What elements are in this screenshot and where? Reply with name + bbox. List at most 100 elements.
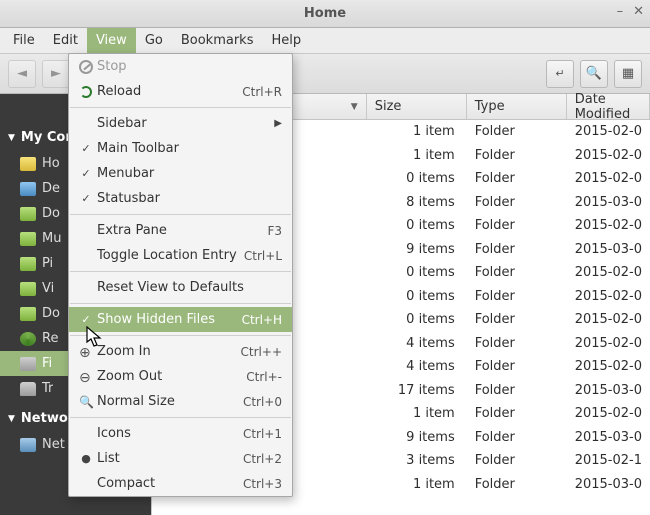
cell-date: 2015-02-0 bbox=[567, 171, 650, 186]
reload-icon bbox=[80, 86, 92, 98]
check-icon: ✓ bbox=[77, 313, 95, 326]
folder-icon bbox=[20, 282, 36, 296]
cell-date: 2015-02-0 bbox=[567, 124, 650, 139]
folder-icon bbox=[20, 157, 36, 171]
check-icon: ✓ bbox=[77, 142, 95, 155]
folder-icon bbox=[20, 332, 36, 346]
minimize-button[interactable]: – bbox=[617, 4, 624, 19]
folder-icon bbox=[20, 207, 36, 221]
menu-go[interactable]: Go bbox=[136, 28, 172, 53]
menu-reload[interactable]: Reload Ctrl+R bbox=[69, 79, 292, 104]
view-mode-button[interactable]: ▦ bbox=[614, 60, 642, 88]
col-size[interactable]: Size bbox=[367, 94, 467, 119]
search-button[interactable]: 🔍 bbox=[580, 60, 608, 88]
zoom-normal-icon bbox=[79, 395, 93, 409]
forward-button[interactable]: ► bbox=[42, 60, 70, 88]
cell-date: 2015-03-0 bbox=[567, 383, 650, 398]
cell-type: Folder bbox=[467, 242, 567, 257]
cell-size: 8 items bbox=[367, 195, 467, 210]
cell-size: 0 items bbox=[367, 218, 467, 233]
grid-icon: ▦ bbox=[622, 66, 634, 81]
menu-toggle-location-entry[interactable]: Toggle Location Entry Ctrl+L bbox=[69, 243, 292, 268]
cell-type: Folder bbox=[467, 477, 567, 492]
back-button[interactable]: ◄ bbox=[8, 60, 36, 88]
cell-size: 0 items bbox=[367, 171, 467, 186]
menu-normal-size[interactable]: Normal SizeCtrl+0 bbox=[69, 389, 292, 414]
cell-type: Folder bbox=[467, 406, 567, 421]
sidebar-item-label: Pi bbox=[42, 256, 53, 271]
cell-type: Folder bbox=[467, 265, 567, 280]
sidebar-item-label: Mu bbox=[42, 231, 61, 246]
cell-date: 2015-02-0 bbox=[567, 148, 650, 163]
stop-icon bbox=[79, 60, 93, 74]
sidebar-item-label: Do bbox=[42, 306, 60, 321]
sidebar-item-label: Re bbox=[42, 331, 58, 346]
cell-type: Folder bbox=[467, 289, 567, 304]
folder-icon bbox=[20, 382, 36, 396]
folder-icon bbox=[20, 257, 36, 271]
menu-reset-view[interactable]: Reset View to Defaults bbox=[69, 275, 292, 300]
sidebar-item-label: Tr bbox=[42, 381, 53, 396]
cell-type: Folder bbox=[467, 218, 567, 233]
menu-show-hidden-files[interactable]: ✓Show Hidden Files Ctrl+H bbox=[69, 307, 292, 332]
menubar: File Edit View Go Bookmarks Help bbox=[0, 28, 650, 54]
menu-view-icons[interactable]: IconsCtrl+1 bbox=[69, 421, 292, 446]
menu-view-compact[interactable]: CompactCtrl+3 bbox=[69, 471, 292, 496]
cell-size: 9 items bbox=[367, 242, 467, 257]
cell-type: Folder bbox=[467, 359, 567, 374]
cell-size: 3 items bbox=[367, 453, 467, 468]
cell-date: 2015-02-0 bbox=[567, 406, 650, 421]
col-date[interactable]: Date Modified bbox=[567, 94, 650, 119]
network-icon bbox=[20, 438, 36, 452]
cell-type: Folder bbox=[467, 171, 567, 186]
cell-type: Folder bbox=[467, 148, 567, 163]
submenu-arrow-icon: ▶ bbox=[274, 118, 282, 129]
menu-view[interactable]: View bbox=[87, 28, 136, 53]
menu-sidebar[interactable]: Sidebar ▶ bbox=[69, 111, 292, 136]
cell-size: 0 items bbox=[367, 265, 467, 280]
check-icon: ✓ bbox=[77, 167, 95, 180]
menu-stop: Stop bbox=[69, 54, 292, 79]
search-icon: 🔍 bbox=[586, 66, 602, 81]
zoom-out-icon bbox=[79, 370, 93, 384]
titlebar: Home – ✕ bbox=[0, 0, 650, 28]
folder-icon bbox=[20, 182, 36, 196]
menu-zoom-out[interactable]: Zoom OutCtrl+- bbox=[69, 364, 292, 389]
folder-icon bbox=[20, 307, 36, 321]
location-toggle-button[interactable]: ↵ bbox=[546, 60, 574, 88]
cell-date: 2015-02-0 bbox=[567, 312, 650, 327]
cell-type: Folder bbox=[467, 383, 567, 398]
menu-extra-pane[interactable]: Extra Pane F3 bbox=[69, 218, 292, 243]
cell-date: 2015-02-0 bbox=[567, 289, 650, 304]
cell-size: 1 item bbox=[367, 124, 467, 139]
cell-date: 2015-02-0 bbox=[567, 336, 650, 351]
menu-bookmarks[interactable]: Bookmarks bbox=[172, 28, 263, 53]
sort-indicator-icon: ▼ bbox=[351, 102, 358, 112]
window-title: Home bbox=[304, 6, 346, 21]
sidebar-item-label: De bbox=[42, 181, 60, 196]
menu-file[interactable]: File bbox=[4, 28, 44, 53]
menu-main-toolbar[interactable]: ✓Main Toolbar bbox=[69, 136, 292, 161]
menu-help[interactable]: Help bbox=[262, 28, 310, 53]
cell-date: 2015-03-0 bbox=[567, 242, 650, 257]
cell-size: 0 items bbox=[367, 289, 467, 304]
cell-date: 2015-03-0 bbox=[567, 430, 650, 445]
cell-date: 2015-02-1 bbox=[567, 453, 650, 468]
cell-type: Folder bbox=[467, 430, 567, 445]
cell-size: 0 items bbox=[367, 312, 467, 327]
cell-date: 2015-03-0 bbox=[567, 195, 650, 210]
cell-date: 2015-02-0 bbox=[567, 265, 650, 280]
menu-zoom-in[interactable]: Zoom InCtrl++ bbox=[69, 339, 292, 364]
menu-menubar[interactable]: ✓Menubar bbox=[69, 161, 292, 186]
col-type[interactable]: Type bbox=[467, 94, 567, 119]
sidebar-item-label: Vi bbox=[42, 281, 54, 296]
cell-date: 2015-02-0 bbox=[567, 359, 650, 374]
menu-view-list[interactable]: ●ListCtrl+2 bbox=[69, 446, 292, 471]
cell-date: 2015-03-0 bbox=[567, 477, 650, 492]
cell-type: Folder bbox=[467, 453, 567, 468]
close-button[interactable]: ✕ bbox=[633, 4, 644, 19]
chevron-down-icon: ▼ bbox=[8, 414, 15, 424]
menu-edit[interactable]: Edit bbox=[44, 28, 87, 53]
sidebar-item-label: Fi bbox=[42, 356, 52, 371]
menu-statusbar[interactable]: ✓Statusbar bbox=[69, 186, 292, 211]
